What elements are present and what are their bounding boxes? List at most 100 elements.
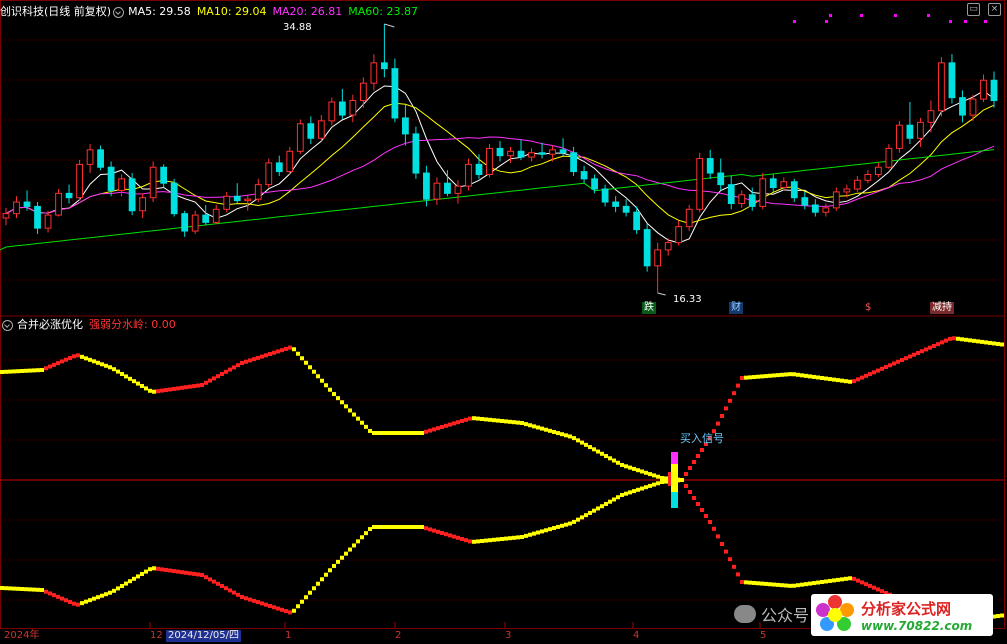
candle-body [643, 229, 651, 267]
lower-curve-segment [56, 594, 60, 599]
lower-curve-segment [192, 571, 196, 576]
event-badge-fall[interactable]: 跌 [642, 302, 656, 314]
upper-curve-segment [636, 468, 640, 473]
upper-curve-segment [948, 336, 952, 341]
upper-curve-segment [684, 472, 688, 476]
lower-curve-segment [476, 539, 480, 544]
upper-curve-segment [620, 463, 624, 467]
lower-curve-segment [288, 610, 292, 615]
lower-curve-segment [432, 528, 436, 533]
candle-body [528, 152, 535, 158]
upper-curve-segment [344, 404, 348, 409]
high-pointer [384, 23, 395, 28]
lower-curve-segment [768, 582, 772, 587]
upper-curve-segment [400, 431, 404, 435]
upper-curve-segment [304, 360, 308, 365]
upper-curve-segment [20, 369, 24, 373]
upper-curve-segment [956, 336, 960, 341]
expand-icon[interactable]: ▭ [967, 3, 980, 16]
candle-body [244, 198, 252, 202]
lower-curve-segment [260, 601, 264, 606]
upper-curve-segment [16, 369, 20, 374]
indicator-menu-icon[interactable] [2, 320, 13, 331]
lower-curve-segment [864, 582, 868, 587]
site-url: www.70822.com [861, 618, 973, 633]
lower-curve-segment [620, 493, 624, 497]
candle-body [107, 166, 115, 191]
lower-curve-segment [172, 569, 176, 574]
lower-curve-segment [692, 496, 696, 500]
event-badge-reduce[interactable]: 减持 [930, 302, 954, 314]
upper-curve-segment [264, 353, 268, 358]
upper-curve-segment [904, 356, 908, 361]
upper-curve-segment [584, 442, 588, 447]
upper-curve-segment [896, 359, 900, 364]
candle-body [2, 213, 10, 219]
upper-curve-segment [488, 417, 492, 422]
lower-curve-segment [160, 567, 164, 572]
upper-curve-segment [260, 354, 264, 359]
upper-curve-segment [464, 417, 468, 422]
lower-curve-segment [588, 510, 592, 515]
upper-curve-segment [832, 377, 836, 382]
lower-curve-segment [824, 579, 828, 584]
ma60-line [5, 149, 995, 248]
lower-curve-segment [316, 581, 320, 586]
upper-curve-segment [828, 377, 832, 382]
signal-marker [949, 20, 952, 23]
upper-curve-segment [580, 440, 584, 445]
candle-body [969, 98, 977, 116]
lower-curve-segment [540, 529, 544, 534]
lower-curve-segment [344, 551, 348, 556]
upper-curve-segment [740, 376, 744, 380]
upper-curve-segment [120, 372, 124, 376]
lower-curve-segment [164, 567, 168, 572]
upper-curve-segment [572, 436, 576, 441]
upper-curve-segment [856, 377, 860, 382]
signal-marker [793, 20, 796, 23]
lower-curve-segment [312, 586, 316, 591]
lower-curve-segment [760, 581, 764, 586]
close-icon[interactable]: × [988, 3, 1001, 16]
upper-curve-segment [388, 431, 392, 435]
lower-curve-segment [228, 588, 232, 593]
lower-curve-segment [800, 582, 804, 587]
candle-body [696, 158, 704, 210]
wechat-icon [733, 605, 756, 623]
candle-body [938, 62, 945, 112]
ma10-value: MA10: 29.04 [196, 5, 267, 18]
lower-curve-segment [756, 581, 760, 586]
lower-curve-segment [720, 542, 724, 546]
upper-curve-segment [180, 385, 184, 390]
candle-body [139, 197, 147, 212]
event-badge-dollar[interactable]: $ [863, 302, 873, 314]
lower-curve-segment [828, 578, 832, 583]
lower-curve-segment [348, 547, 352, 552]
xaxis-label: 2024年 [4, 630, 40, 641]
lower-curve-segment [236, 592, 240, 597]
lower-curve-segment [4, 586, 8, 591]
panel-menu-icon[interactable] [113, 7, 125, 18]
signal-marker [984, 20, 987, 23]
lower-curve-segment [112, 588, 116, 593]
lower-curve-segment [656, 481, 660, 486]
upper-curve-segment [44, 366, 48, 371]
lower-curve-segment [384, 525, 388, 529]
lower-curve-segment [504, 536, 508, 541]
lower-curve-segment [744, 580, 748, 585]
xaxis-label: 5 [760, 630, 767, 641]
upper-curve-segment [440, 425, 444, 429]
upper-curve-segment [876, 368, 880, 373]
upper-curve-segment [32, 368, 36, 373]
candle-body [790, 181, 798, 199]
event-badge-finance[interactable]: 财 [729, 302, 743, 314]
indicator-panel-header: 合并必涨优化 强弱分水岭: 0.00 [0, 318, 176, 332]
candle-body [738, 194, 746, 205]
signal-marker [964, 20, 967, 23]
candle-body [181, 213, 189, 232]
upper-curve-segment [932, 343, 936, 348]
candle-body [328, 101, 336, 122]
candle-body [349, 100, 357, 116]
lower-curve-segment [524, 533, 528, 538]
lower-curve-segment [660, 480, 664, 484]
